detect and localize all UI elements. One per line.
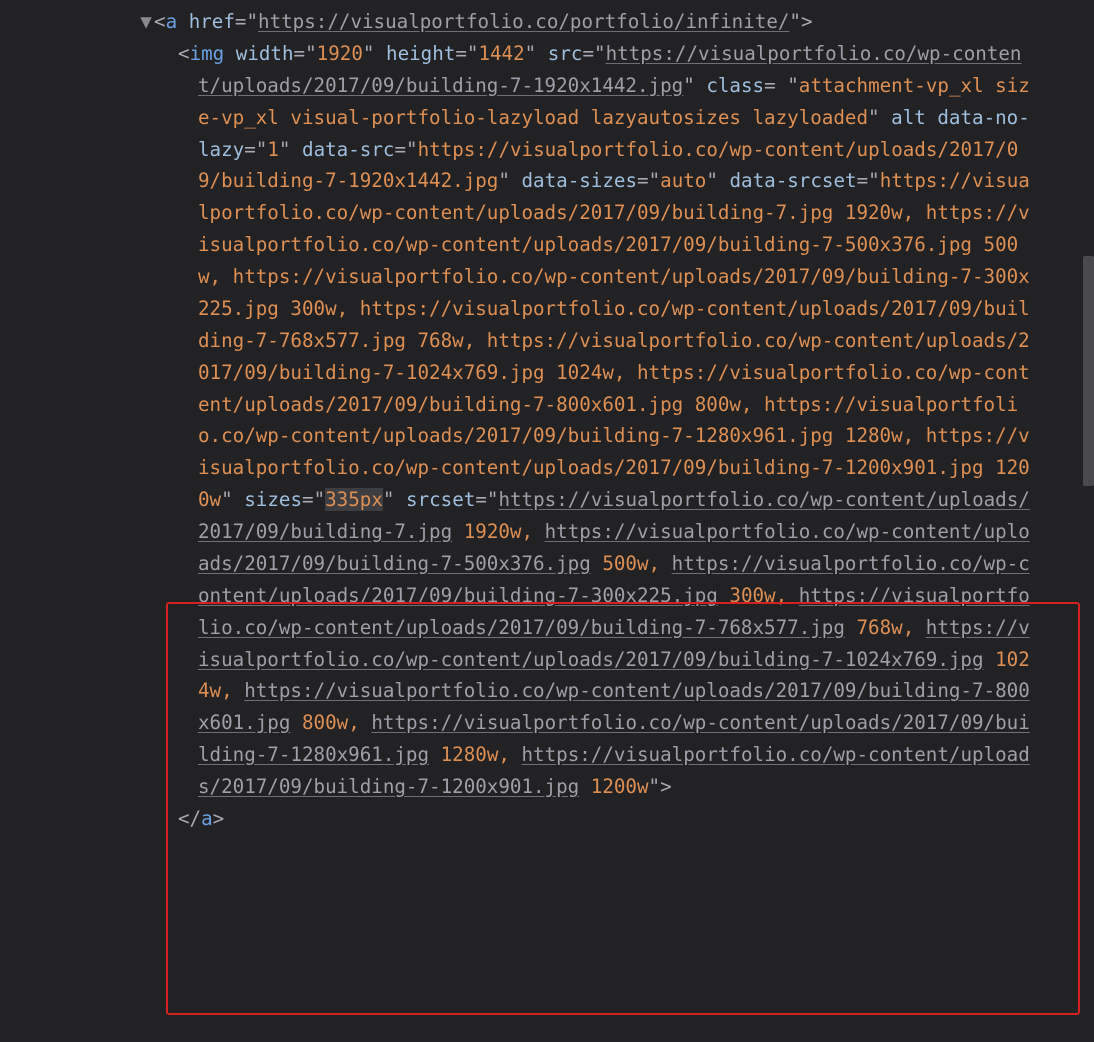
tag-a: a bbox=[166, 10, 178, 33]
attr-data-sizes: data-sizes bbox=[521, 169, 637, 192]
syntax-gt: > bbox=[801, 10, 813, 33]
scrollbar-thumb[interactable] bbox=[1083, 256, 1094, 486]
syntax-lt: < bbox=[178, 42, 190, 65]
attr-data-srcset: data-srcset bbox=[729, 169, 856, 192]
srcset-width: 1920w bbox=[464, 520, 522, 543]
attr-alt: alt bbox=[891, 106, 926, 129]
srcset-comma: , bbox=[521, 520, 544, 543]
val-src-part1[interactable]: https://visualportfolio.co/ bbox=[606, 42, 918, 65]
attr-src: src bbox=[548, 42, 583, 65]
dom-node-anchor-open[interactable]: ▼<a href="https://visualportfolio.co/por… bbox=[0, 6, 1094, 38]
attr-sizes: sizes bbox=[244, 488, 302, 511]
annotation-highlight-box bbox=[166, 602, 1080, 1015]
srcset-width: 500w bbox=[602, 552, 648, 575]
expand-caret-icon[interactable]: ▼ bbox=[138, 6, 154, 38]
val-data-srcset: https://visualportfolio.co/wp-content/up… bbox=[198, 169, 1030, 511]
attr-width: width bbox=[236, 42, 294, 65]
val-data-sizes: auto bbox=[660, 169, 706, 192]
attr-class: class bbox=[706, 74, 764, 97]
val-width: 1920 bbox=[317, 42, 363, 65]
attr-href: href bbox=[189, 10, 235, 33]
attr-srcset: srcset bbox=[406, 488, 475, 511]
attr-data-src: data-src bbox=[302, 138, 394, 161]
attr-height: height bbox=[386, 42, 455, 65]
syntax-eq: = bbox=[235, 10, 247, 33]
val-data-no-lazy: 1 bbox=[267, 138, 279, 161]
vertical-scrollbar[interactable] bbox=[1080, 0, 1094, 1042]
val-class-2: lazyautosizes lazyloaded bbox=[591, 106, 868, 129]
syntax-lt: < bbox=[154, 10, 166, 33]
val-sizes: 335px bbox=[325, 488, 383, 511]
devtools-elements-panel[interactable]: ▼<a href="https://visualportfolio.co/por… bbox=[0, 0, 1094, 1042]
href-value[interactable]: https://visualportfolio.co/portfolio/inf… bbox=[258, 10, 789, 33]
val-height: 1442 bbox=[478, 42, 524, 65]
syntax-quote: " bbox=[246, 10, 258, 33]
srcset-comma: , bbox=[649, 552, 672, 575]
tag-img: img bbox=[190, 42, 225, 65]
syntax-quote: " bbox=[789, 10, 801, 33]
